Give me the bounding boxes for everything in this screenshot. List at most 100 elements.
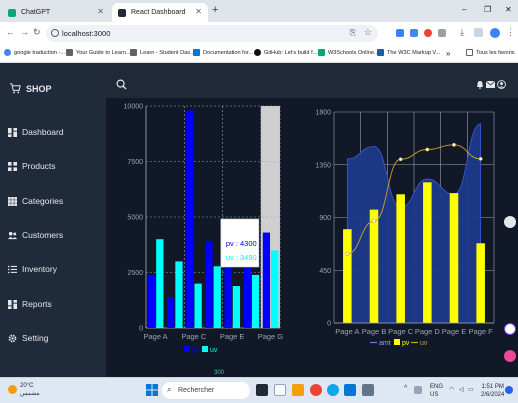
vscode-icon[interactable] bbox=[344, 384, 356, 396]
w3schools-icon bbox=[318, 49, 325, 56]
more-bookmarks-button[interactable]: » bbox=[446, 49, 450, 58]
battery-icon[interactable]: ▭ bbox=[468, 386, 474, 394]
search-icon[interactable] bbox=[116, 79, 127, 90]
taskbar-search[interactable]: ⌕ Rechercher bbox=[162, 382, 250, 399]
chrome-extension-icon[interactable] bbox=[424, 29, 432, 37]
bookmark-star-icon[interactable]: ☆ bbox=[364, 27, 372, 38]
bookmark-item[interactable]: Documentation for... bbox=[193, 49, 253, 56]
bar-pv bbox=[476, 243, 485, 323]
sidebar-item-dashboard[interactable]: Dashboard bbox=[8, 127, 64, 137]
folder-icon bbox=[466, 49, 473, 56]
tray-chevron-icon[interactable]: ^ bbox=[404, 385, 407, 393]
tray-app-icon[interactable] bbox=[414, 386, 422, 394]
bookmark-item[interactable]: GitHub: Let's build f... bbox=[254, 49, 317, 56]
brand[interactable]: SHOP bbox=[10, 83, 52, 94]
bookmark-label: google traduction -... bbox=[14, 49, 65, 56]
bell-icon[interactable] bbox=[476, 80, 484, 89]
language-region: US bbox=[430, 392, 439, 398]
tab-react-dashboard[interactable]: React Dashboard ✕ bbox=[112, 3, 208, 22]
bookmark-item[interactable]: W3Schools Online... bbox=[318, 49, 379, 56]
puzzle-extension-icon[interactable] bbox=[438, 29, 446, 37]
y-tick-label: 450 bbox=[319, 268, 331, 275]
browser-menu-icon[interactable]: ⋮ bbox=[506, 27, 515, 38]
widgets-icon[interactable] bbox=[274, 384, 286, 396]
y-tick-label: 10000 bbox=[124, 104, 144, 111]
bookmark-item[interactable]: The W3C Markup V... bbox=[377, 49, 440, 56]
bar-uv bbox=[213, 266, 221, 328]
bar-uv bbox=[194, 283, 202, 328]
y-tick-label: 900 bbox=[319, 215, 331, 222]
reload-icon[interactable]: ↻ bbox=[33, 27, 41, 38]
translate-extension-icon[interactable] bbox=[410, 29, 418, 37]
bookmark-label: The W3C Markup V... bbox=[387, 49, 441, 56]
sidebar-item-label: Customers bbox=[22, 230, 64, 240]
sidebar-item-inventory[interactable]: Inventory bbox=[8, 264, 57, 274]
x-tick-label: Page C bbox=[388, 327, 414, 336]
copilot-icon[interactable] bbox=[504, 323, 516, 335]
close-tab-icon[interactable]: ✕ bbox=[97, 7, 104, 16]
all-favorites-button[interactable]: Tous les favoris bbox=[466, 49, 515, 56]
address-input[interactable]: localhost:3000 ⎘ ☆ bbox=[46, 25, 378, 42]
new-tab-button[interactable]: + bbox=[212, 4, 218, 16]
app-sidebar: SHOP Dashboard Products Categories Custo… bbox=[0, 63, 106, 377]
taskbar-search-placeholder: Rechercher bbox=[178, 387, 215, 394]
forward-arrow-icon[interactable]: → bbox=[20, 27, 29, 37]
tooltip-uv-value: uv : 3490 bbox=[226, 253, 257, 262]
x-tick-label: Page A bbox=[143, 332, 167, 341]
edge-sidebar-handle-icon[interactable] bbox=[504, 216, 516, 228]
language-indicator[interactable]: ENG US bbox=[430, 383, 443, 399]
mail-icon[interactable] bbox=[486, 81, 495, 88]
search-icon: ⌕ bbox=[167, 385, 172, 394]
install-app-icon[interactable]: ⎘ bbox=[350, 28, 356, 38]
back-arrow-icon[interactable]: ← bbox=[6, 27, 15, 37]
app-header bbox=[106, 63, 518, 98]
windows-start-icon[interactable] bbox=[146, 384, 158, 396]
app-icon[interactable] bbox=[362, 384, 374, 396]
sidebar-item-reports[interactable]: Reports bbox=[8, 299, 52, 309]
sidebar-item-customers[interactable]: Customers bbox=[8, 230, 63, 240]
sidebar-item-categories[interactable]: Categories bbox=[8, 196, 63, 206]
x-tick-label: Page A bbox=[335, 327, 359, 336]
user-profile-icon[interactable] bbox=[497, 80, 506, 89]
speaker-icon[interactable]: ◁ bbox=[459, 386, 464, 394]
bar-pv bbox=[423, 182, 432, 323]
bar-pv bbox=[147, 274, 156, 328]
bar-pv bbox=[449, 193, 459, 323]
sidebar-item-label: Categories bbox=[22, 196, 64, 206]
extension-icon[interactable] bbox=[396, 29, 404, 37]
download-icon[interactable]: ⤓ bbox=[460, 27, 464, 38]
sidebar-item-products[interactable]: Products bbox=[8, 161, 56, 171]
notification-icon[interactable] bbox=[505, 386, 513, 394]
y-tick-label: 2500 bbox=[127, 270, 143, 277]
site-info-icon[interactable] bbox=[51, 29, 59, 37]
screen: ChatGPT ✕ React Dashboard ✕ + – ❐ ✕ ← → … bbox=[0, 0, 518, 403]
line-uv-point bbox=[452, 142, 456, 147]
legend-swatch-uv bbox=[202, 346, 208, 352]
bookmark-item[interactable]: google traduction -... bbox=[4, 49, 65, 56]
bookmark-label: W3Schools Online... bbox=[328, 49, 379, 56]
chrome-icon[interactable] bbox=[310, 384, 322, 396]
y-tick-label: 0 bbox=[327, 321, 331, 328]
partial-chart-label: 300 bbox=[214, 370, 225, 376]
x-tick-label: Page C bbox=[181, 332, 207, 341]
edge-icon[interactable] bbox=[327, 384, 339, 396]
all-favorites-label: Tous les favoris bbox=[476, 49, 515, 56]
task-view-icon[interactable] bbox=[256, 384, 268, 396]
sidebar-panel-icon[interactable] bbox=[474, 28, 483, 37]
weather-widget[interactable]: 20°C مشمس bbox=[20, 382, 40, 398]
sidebar-item-setting[interactable]: Setting bbox=[8, 333, 48, 343]
restore-button[interactable]: ❐ bbox=[484, 5, 491, 14]
clock[interactable]: 1:51 PM 2/6/2024 bbox=[481, 383, 504, 399]
close-window-button[interactable]: ✕ bbox=[505, 5, 512, 14]
minimize-button[interactable]: – bbox=[462, 5, 466, 14]
weather-desc: مشمس bbox=[20, 391, 40, 397]
sidebar-item-label: Reports bbox=[22, 299, 52, 309]
assistant-icon[interactable] bbox=[504, 350, 516, 362]
file-explorer-icon[interactable] bbox=[292, 384, 304, 396]
bookmark-item[interactable]: Learn - Student Das... bbox=[130, 49, 195, 56]
tab-chatgpt[interactable]: ChatGPT ✕ bbox=[2, 3, 110, 22]
profile-avatar-icon[interactable] bbox=[490, 28, 500, 38]
bookmark-item[interactable]: Your Guide to Learn... bbox=[66, 49, 131, 56]
close-tab-icon[interactable]: ✕ bbox=[195, 7, 202, 16]
wifi-icon[interactable]: ◠ bbox=[449, 386, 454, 394]
